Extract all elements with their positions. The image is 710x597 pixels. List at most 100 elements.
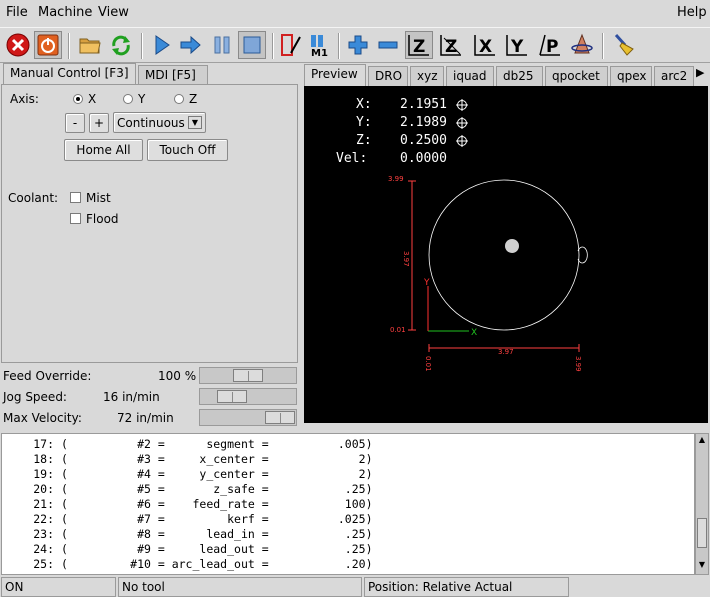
axis-y-radio[interactable] <box>123 94 133 104</box>
jog-minus-button[interactable]: - <box>65 113 85 133</box>
gcode-line[interactable]: 24: ( #9 = lead_out = .25) <box>2 542 372 557</box>
zoom-in-button[interactable] <box>344 31 372 59</box>
scroll-thumb[interactable] <box>697 518 707 548</box>
menubar: File Machine View Help <box>0 0 710 27</box>
machine-power-button[interactable] <box>34 31 62 59</box>
tab-arc2[interactable]: arc2 <box>654 66 694 86</box>
jog-speed-thumb[interactable] <box>217 390 247 403</box>
axis-z-label: Z <box>189 92 198 106</box>
gcode-line[interactable]: 19: ( #4 = y_center = 2) <box>2 467 372 482</box>
tab-xyz[interactable]: xyz <box>410 66 444 86</box>
zoom-out-icon <box>378 41 398 49</box>
gcode-line[interactable]: 23: ( #8 = lead_in = .25) <box>2 527 372 542</box>
preview-canvas[interactable]: X: 2.1951 Y: 2.1989 Z: 0.2500 Vel: 0.000… <box>304 86 708 423</box>
jog-mode-value: Continuous <box>117 115 185 130</box>
view-x-button[interactable]: X <box>471 31 499 59</box>
tab-db25[interactable]: db25 <box>496 66 543 86</box>
jog-speed-slider[interactable] <box>199 388 297 405</box>
status-position: Position: Relative Actual <box>364 577 569 597</box>
jog-mode-select[interactable]: Continuous ▼ <box>113 112 206 133</box>
open-file-button[interactable] <box>76 31 104 59</box>
flood-checkbox[interactable] <box>70 213 81 224</box>
tab-mdi[interactable]: MDI [F5] <box>138 65 208 85</box>
chevron-down-icon: ▼ <box>188 116 202 129</box>
view-z2-button[interactable]: Z <box>437 31 465 59</box>
svg-text:X: X <box>479 37 492 57</box>
svg-text:M1: M1 <box>311 48 328 58</box>
max-velocity-value: 72 in/min <box>117 411 174 425</box>
run-button[interactable] <box>148 31 176 59</box>
step-button[interactable] <box>177 31 205 59</box>
gcode-line[interactable]: 18: ( #3 = x_center = 2) <box>2 452 372 467</box>
jog-speed-value: 16 in/min <box>103 390 160 404</box>
tab-dro[interactable]: DRO <box>368 66 408 86</box>
stop-button[interactable] <box>238 31 266 59</box>
tab-iquad[interactable]: iquad <box>446 66 494 86</box>
tab-manual-control[interactable]: Manual Control [F3] <box>3 63 136 85</box>
axis-y-label: Y <box>138 92 146 106</box>
x-extent-max: 3.99 <box>574 356 582 372</box>
status-tool: No tool <box>118 577 362 597</box>
svg-text:Z: Z <box>413 37 425 57</box>
run-icon <box>155 35 170 55</box>
scroll-up-icon[interactable]: ▲ <box>697 435 707 447</box>
feed-override-value: 100 % <box>158 369 197 383</box>
zoom-out-button[interactable] <box>374 31 402 59</box>
svg-text:Z: Z <box>445 37 457 57</box>
gcode-line[interactable]: 20: ( #5 = z_safe = .25) <box>2 482 372 497</box>
x-axis-label: X <box>471 328 477 338</box>
tab-scroll-right-icon[interactable]: ▶ <box>696 66 708 84</box>
coolant-label: Coolant: <box>8 191 59 205</box>
gcode-listing[interactable]: 17: ( #2 = segment = .005) 18: ( #3 = x_… <box>1 433 695 575</box>
touch-off-button[interactable]: Touch Off <box>147 139 228 161</box>
tab-qpex[interactable]: qpex <box>610 66 652 86</box>
tab-preview[interactable]: Preview <box>304 64 366 86</box>
power-icon <box>37 34 59 56</box>
stop-icon <box>243 36 261 54</box>
gcode-line[interactable]: 17: ( #2 = segment = .005) <box>2 437 372 452</box>
estop-button[interactable] <box>4 31 32 59</box>
feed-override-thumb[interactable] <box>233 369 263 382</box>
y-axis-label: Y <box>423 278 430 288</box>
svg-text:P: P <box>546 37 558 57</box>
y-extent-size: 3.97 <box>402 251 410 267</box>
max-velocity-thumb[interactable] <box>265 411 295 424</box>
y-extent-min: 0.01 <box>390 326 406 334</box>
pause-button[interactable] <box>208 31 236 59</box>
view-z2-icon: Z <box>440 35 461 57</box>
clear-plot-button[interactable] <box>610 31 638 59</box>
view-y-button[interactable]: Y <box>503 31 531 59</box>
clear-plot-icon <box>614 33 634 56</box>
open-file-icon <box>79 38 101 54</box>
scroll-down-icon[interactable]: ▼ <box>697 560 707 572</box>
mist-checkbox[interactable] <box>70 192 81 203</box>
tab-qpocket[interactable]: qpocket <box>545 66 608 86</box>
rotate-view-button[interactable] <box>568 31 596 59</box>
estop-icon <box>6 33 30 57</box>
block-delete-button[interactable] <box>278 31 306 59</box>
menu-machine[interactable]: Machine <box>38 5 92 20</box>
menu-view[interactable]: View <box>98 5 129 20</box>
view-z-button[interactable]: Z <box>405 31 433 59</box>
gcode-line[interactable]: 22: ( #7 = kerf = .025) <box>2 512 372 527</box>
optional-stop-button[interactable]: M1 <box>307 31 335 59</box>
step-icon <box>180 35 201 55</box>
max-velocity-label: Max Velocity: <box>3 411 82 425</box>
home-all-button[interactable]: Home All <box>64 139 143 161</box>
gcode-line[interactable]: 25: ( #10 = arc_lead_out = .20) <box>2 557 372 572</box>
view-p-button[interactable]: P <box>536 31 564 59</box>
max-velocity-slider[interactable] <box>199 409 297 426</box>
axis-x-radio[interactable] <box>73 94 83 104</box>
reload-button[interactable] <box>107 31 135 59</box>
axis-z-radio[interactable] <box>174 94 184 104</box>
menu-help[interactable]: Help <box>677 5 707 20</box>
jog-plus-button[interactable]: + <box>89 113 109 133</box>
menu-file[interactable]: File <box>6 5 28 20</box>
mist-label: Mist <box>86 191 111 205</box>
feed-override-slider[interactable] <box>199 367 297 384</box>
homed-z-icon <box>456 135 468 147</box>
gcode-scrollbar[interactable]: ▲ ▼ <box>695 433 709 575</box>
block-delete-icon <box>281 34 301 56</box>
toolpath-circle <box>428 179 580 331</box>
gcode-line[interactable]: 21: ( #6 = feed_rate = 100) <box>2 497 372 512</box>
